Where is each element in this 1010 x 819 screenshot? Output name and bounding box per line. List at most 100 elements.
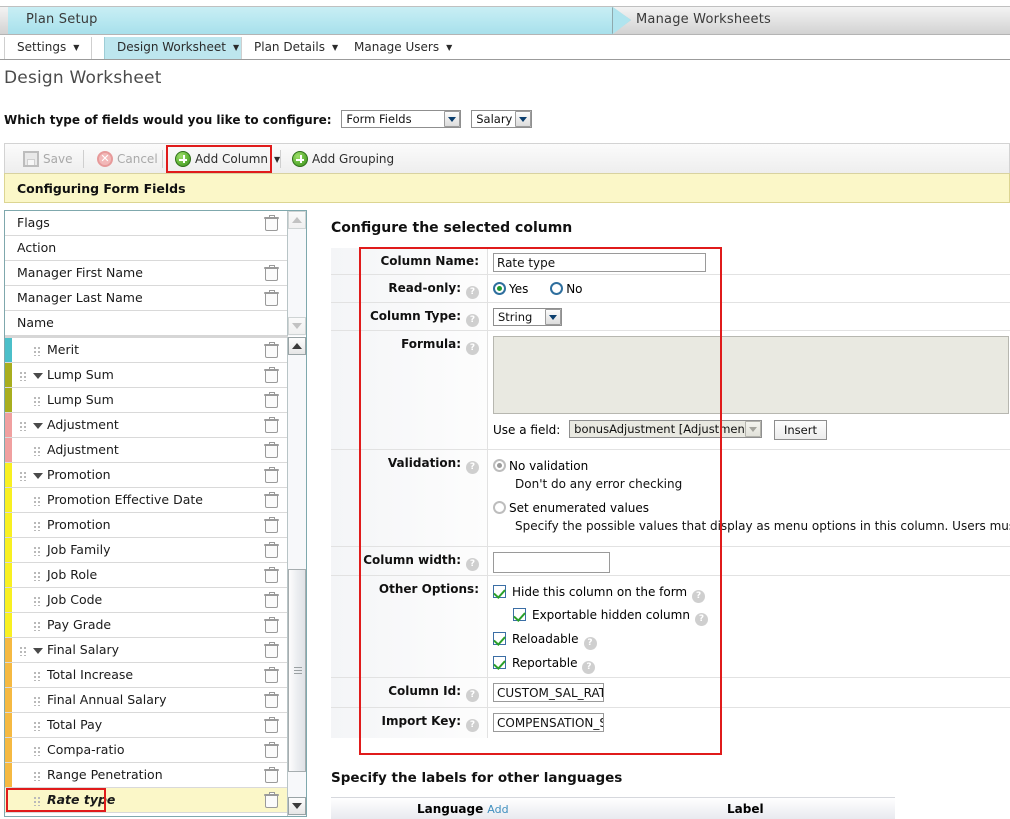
column-list-item[interactable]: Merit xyxy=(5,338,288,363)
option-hide-column[interactable]: Hide this column on the form? xyxy=(493,583,1010,603)
drag-handle-icon[interactable] xyxy=(33,621,41,631)
column-list-item[interactable]: Adjustment xyxy=(5,438,288,463)
use-a-field-select[interactable]: bonusAdjustment [Adjustment] xyxy=(569,420,763,441)
validation-option-none[interactable]: No validation xyxy=(493,457,1010,473)
breadcrumb-step-manage-worksheets-label[interactable]: Manage Worksheets xyxy=(636,12,771,27)
column-list-item[interactable]: Range Penetration xyxy=(5,763,288,788)
column-list-item[interactable]: Action xyxy=(5,236,288,261)
help-icon[interactable]: ? xyxy=(694,613,708,626)
help-icon[interactable]: ? xyxy=(582,661,596,674)
drag-handle-icon[interactable] xyxy=(33,771,41,781)
tab-manage-users[interactable]: Manage Users ▼ xyxy=(342,37,465,59)
column-list-item[interactable]: Rate type xyxy=(5,788,288,813)
delete-row-icon[interactable] xyxy=(264,692,279,708)
delete-row-icon[interactable] xyxy=(264,467,279,483)
collapse-triangle-icon[interactable] xyxy=(33,423,43,429)
read-only-yes-radio[interactable] xyxy=(493,282,506,295)
column-list-item[interactable]: Pay Grade xyxy=(5,613,288,638)
column-list-item[interactable]: Final Salary xyxy=(5,638,288,663)
delete-row-icon[interactable] xyxy=(264,792,279,808)
salary-select[interactable]: Salary xyxy=(471,110,533,131)
column-list-item[interactable]: Adjustment xyxy=(5,413,288,438)
column-list-item[interactable]: Total Pay xyxy=(5,713,288,738)
drag-handle-icon[interactable] xyxy=(33,446,41,456)
tab-settings[interactable]: Settings ▼ xyxy=(4,37,93,59)
drag-handle-icon[interactable] xyxy=(33,596,41,606)
help-icon[interactable]: ? xyxy=(466,342,479,355)
help-icon[interactable]: ? xyxy=(466,286,479,299)
formula-textarea[interactable] xyxy=(493,336,1009,414)
help-icon[interactable]: ? xyxy=(692,590,706,603)
help-icon[interactable]: ? xyxy=(583,637,597,650)
tab-design-worksheet[interactable]: Design Worksheet ▼ xyxy=(104,37,253,59)
delete-row-icon[interactable] xyxy=(264,667,279,683)
scroll-up-button[interactable] xyxy=(288,211,306,229)
drag-handle-icon[interactable] xyxy=(33,671,41,681)
drag-handle-icon[interactable] xyxy=(33,571,41,581)
drag-handle-icon[interactable] xyxy=(19,646,27,656)
column-list-item[interactable]: Flags xyxy=(5,211,288,236)
delete-row-icon[interactable] xyxy=(264,642,279,658)
tab-plan-details[interactable]: Plan Details ▼ xyxy=(241,37,352,59)
add-language-link[interactable]: Add xyxy=(487,803,508,816)
form-fields-select[interactable]: Form Fields xyxy=(341,110,462,131)
collapse-triangle-icon[interactable] xyxy=(33,473,43,479)
scroll-down-button[interactable] xyxy=(288,317,306,335)
column-name-input[interactable]: Rate type xyxy=(493,253,706,272)
drag-handle-icon[interactable] xyxy=(33,521,41,531)
delete-row-icon[interactable] xyxy=(264,290,279,306)
collapse-triangle-icon[interactable] xyxy=(33,373,43,379)
insert-button[interactable]: Insert xyxy=(774,420,827,440)
column-list-item[interactable]: Manager First Name xyxy=(5,261,288,286)
drag-handle-icon[interactable] xyxy=(33,346,41,356)
delete-row-icon[interactable] xyxy=(264,342,279,358)
delete-row-icon[interactable] xyxy=(264,392,279,408)
hide-column-checkbox[interactable] xyxy=(493,585,506,598)
collapse-triangle-icon[interactable] xyxy=(33,648,43,654)
validation-option-enum[interactable]: Set enumerated values xyxy=(493,499,1010,515)
delete-row-icon[interactable] xyxy=(264,367,279,383)
column-list-item[interactable]: Job Family xyxy=(5,538,288,563)
drag-handle-icon[interactable] xyxy=(19,371,27,381)
column-list-item[interactable]: Name xyxy=(5,311,288,336)
delete-row-icon[interactable] xyxy=(264,592,279,608)
add-column-button[interactable]: Add Column ▼ xyxy=(173,148,280,170)
option-reloadable[interactable]: Reloadable? xyxy=(493,630,1010,650)
column-type-select[interactable]: String xyxy=(493,308,562,329)
scrollbar-thumb[interactable] xyxy=(288,569,306,772)
column-list-scrollbar-bottom[interactable] xyxy=(287,337,306,816)
column-list-item[interactable]: Total Increase xyxy=(5,663,288,688)
column-list-item[interactable]: Job Code xyxy=(5,588,288,613)
delete-row-icon[interactable] xyxy=(264,215,279,231)
add-grouping-button[interactable]: Add Grouping xyxy=(290,148,394,170)
drag-handle-icon[interactable] xyxy=(19,471,27,481)
reloadable-checkbox[interactable] xyxy=(493,632,506,645)
option-exportable-hidden[interactable]: Exportable hidden column? xyxy=(513,606,1010,626)
column-width-input[interactable] xyxy=(493,552,610,573)
column-list-item[interactable]: Final Annual Salary xyxy=(5,688,288,713)
column-list-item[interactable]: Promotion Effective Date xyxy=(5,488,288,513)
set-enumerated-values-radio[interactable] xyxy=(493,501,506,514)
column-list-scrollbar-top[interactable] xyxy=(287,211,306,336)
help-icon[interactable]: ? xyxy=(466,558,479,571)
scroll-down-button[interactable] xyxy=(288,797,306,815)
help-icon[interactable]: ? xyxy=(466,461,479,474)
read-only-no-radio[interactable] xyxy=(550,282,564,295)
reportable-checkbox[interactable] xyxy=(493,656,506,669)
help-icon[interactable]: ? xyxy=(466,314,479,327)
delete-row-icon[interactable] xyxy=(264,442,279,458)
drag-handle-icon[interactable] xyxy=(33,496,41,506)
column-list-item[interactable]: Compa-ratio xyxy=(5,738,288,763)
delete-row-icon[interactable] xyxy=(264,265,279,281)
delete-row-icon[interactable] xyxy=(264,742,279,758)
help-icon[interactable]: ? xyxy=(466,689,479,702)
column-list-item[interactable]: Promotion xyxy=(5,513,288,538)
drag-handle-icon[interactable] xyxy=(33,546,41,556)
delete-row-icon[interactable] xyxy=(264,492,279,508)
scroll-up-button[interactable] xyxy=(288,337,306,355)
no-validation-radio[interactable] xyxy=(493,459,506,472)
delete-row-icon[interactable] xyxy=(264,567,279,583)
delete-row-icon[interactable] xyxy=(264,717,279,733)
breadcrumb-step-plan-setup[interactable] xyxy=(8,7,613,34)
drag-handle-icon[interactable] xyxy=(33,746,41,756)
